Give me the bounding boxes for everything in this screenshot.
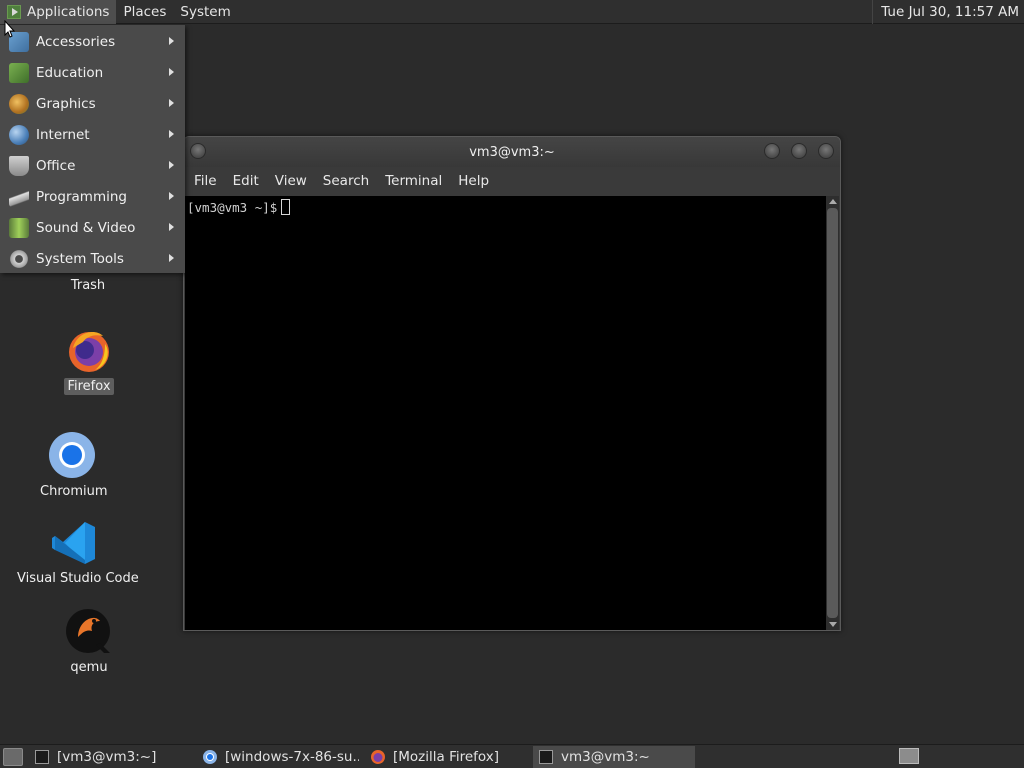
submenu-arrow-icon xyxy=(169,192,174,200)
terminal-menu-edit[interactable]: Edit xyxy=(225,173,267,189)
menu-item-label: Internet xyxy=(36,126,90,143)
office-icon xyxy=(9,155,29,176)
firefox-icon xyxy=(371,749,385,764)
terminal-scrollbar[interactable] xyxy=(826,196,839,630)
applications-dropdown: Accessories Education Graphics Internet … xyxy=(0,25,185,273)
terminal-menubar: File Edit View Search Terminal Help xyxy=(184,167,840,195)
show-desktop-icon[interactable] xyxy=(3,747,23,766)
terminal-titlebar[interactable]: vm3@vm3:~ xyxy=(184,137,840,167)
desktop-icon-qemu[interactable]: qemu xyxy=(54,607,124,676)
menu-item-label: Sound & Video xyxy=(36,219,136,236)
maximize-button[interactable] xyxy=(791,143,807,159)
workspace-switcher[interactable] xyxy=(899,748,919,764)
terminal-scroll-thumb[interactable] xyxy=(827,208,838,618)
desktop-icon-vscode[interactable]: Visual Studio Code xyxy=(14,520,139,587)
terminal-prompt-line: [vm3@vm3 ~]$ xyxy=(187,199,291,215)
submenu-arrow-icon xyxy=(169,130,174,138)
taskbar-item-terminal-1[interactable]: [vm3@vm3:~] xyxy=(29,746,191,768)
graphics-icon xyxy=(9,93,29,114)
minimize-button[interactable] xyxy=(764,143,780,159)
system-tools-icon xyxy=(9,248,29,269)
programming-icon xyxy=(9,186,29,207)
desktop-icon-chromium-label: Chromium xyxy=(40,484,108,499)
taskbar-item-chromium[interactable]: [windows-7x-86-su... xyxy=(197,746,359,768)
taskbar-item-label: [Mozilla Firefox] xyxy=(393,748,500,765)
applications-icon xyxy=(7,4,21,19)
system-menu[interactable]: System xyxy=(173,0,237,24)
submenu-arrow-icon xyxy=(169,99,174,107)
desktop-icon-firefox[interactable]: Firefox xyxy=(54,326,124,395)
menu-item-graphics[interactable]: Graphics xyxy=(0,88,185,119)
qemu-icon xyxy=(66,609,110,653)
terminal-body[interactable]: [vm3@vm3 ~]$ xyxy=(185,196,826,630)
terminal-menu-view[interactable]: View xyxy=(267,173,315,189)
menu-item-label: Accessories xyxy=(36,33,116,50)
chromium-icon xyxy=(203,749,217,764)
submenu-arrow-icon xyxy=(169,161,174,169)
menu-item-label: Programming xyxy=(36,188,127,205)
terminal-icon xyxy=(35,749,49,764)
terminal-window[interactable]: vm3@vm3:~ File Edit View Search Terminal… xyxy=(183,136,841,631)
taskbar-item-terminal-2[interactable]: vm3@vm3:~ xyxy=(533,745,695,768)
menu-item-label: Office xyxy=(36,157,76,174)
menu-item-label: Education xyxy=(36,64,104,81)
desktop-icon-firefox-label: Firefox xyxy=(64,378,114,395)
menu-item-education[interactable]: Education xyxy=(0,57,185,88)
menu-item-internet[interactable]: Internet xyxy=(0,119,185,150)
system-menu-label: System xyxy=(180,3,231,20)
taskbar-item-label: vm3@vm3:~ xyxy=(561,748,650,765)
taskbar-item-firefox[interactable]: [Mozilla Firefox] xyxy=(365,746,527,768)
terminal-menu-search[interactable]: Search xyxy=(315,173,377,189)
menu-item-office[interactable]: Office xyxy=(0,150,185,181)
education-icon xyxy=(9,62,29,83)
chromium-icon xyxy=(49,432,95,478)
menu-item-system-tools[interactable]: System Tools xyxy=(0,243,185,274)
firefox-icon xyxy=(69,332,109,372)
top-panel: Applications Places System Tue Jul 30, 1… xyxy=(0,0,1024,24)
desktop-icon-qemu-label: qemu xyxy=(70,660,108,675)
terminal-cursor xyxy=(281,199,291,215)
desktop-icon-trash-label: Trash xyxy=(70,278,106,293)
taskbar-item-label: [vm3@vm3:~] xyxy=(57,748,157,765)
desktop-icon-trash[interactable]: Trash xyxy=(58,277,118,294)
terminal-menu-file[interactable]: File xyxy=(186,173,225,189)
bottom-panel: [vm3@vm3:~] [windows-7x-86-su... [Mozill… xyxy=(0,744,1024,768)
menu-item-label: System Tools xyxy=(36,250,124,267)
applications-menu[interactable]: Applications xyxy=(0,0,117,24)
clock[interactable]: Tue Jul 30, 11:57 AM xyxy=(872,0,1024,24)
mouse-pointer-icon xyxy=(4,20,16,38)
window-menu-button[interactable] xyxy=(190,143,206,159)
menu-item-sound-video[interactable]: Sound & Video xyxy=(0,212,185,243)
places-menu[interactable]: Places xyxy=(116,0,173,24)
taskbar-item-label: [windows-7x-86-su... xyxy=(225,748,359,765)
submenu-arrow-icon xyxy=(169,254,174,262)
internet-icon xyxy=(9,124,29,145)
scroll-up-arrow-icon[interactable] xyxy=(829,199,837,204)
terminal-menu-help[interactable]: Help xyxy=(450,173,497,189)
desktop[interactable]: Applications Places System Tue Jul 30, 1… xyxy=(0,0,1024,768)
menu-item-label: Graphics xyxy=(36,95,96,112)
terminal-title: vm3@vm3:~ xyxy=(469,144,555,160)
submenu-arrow-icon xyxy=(169,223,174,231)
terminal-menu-terminal[interactable]: Terminal xyxy=(377,173,450,189)
vscode-icon xyxy=(52,522,95,564)
submenu-arrow-icon xyxy=(169,37,174,45)
menu-item-programming[interactable]: Programming xyxy=(0,181,185,212)
terminal-prompt: [vm3@vm3 ~]$ xyxy=(187,199,278,215)
close-button[interactable] xyxy=(818,143,834,159)
menu-item-accessories[interactable]: Accessories xyxy=(0,26,185,57)
desktop-icon-chromium[interactable]: Chromium xyxy=(37,431,108,500)
desktop-icon-vscode-label: Visual Studio Code xyxy=(17,571,139,586)
applications-menu-label: Applications xyxy=(27,3,110,20)
submenu-arrow-icon xyxy=(169,68,174,76)
sound-video-icon xyxy=(9,217,29,238)
places-menu-label: Places xyxy=(123,3,167,20)
terminal-icon xyxy=(539,749,553,764)
scroll-down-arrow-icon[interactable] xyxy=(829,622,837,627)
